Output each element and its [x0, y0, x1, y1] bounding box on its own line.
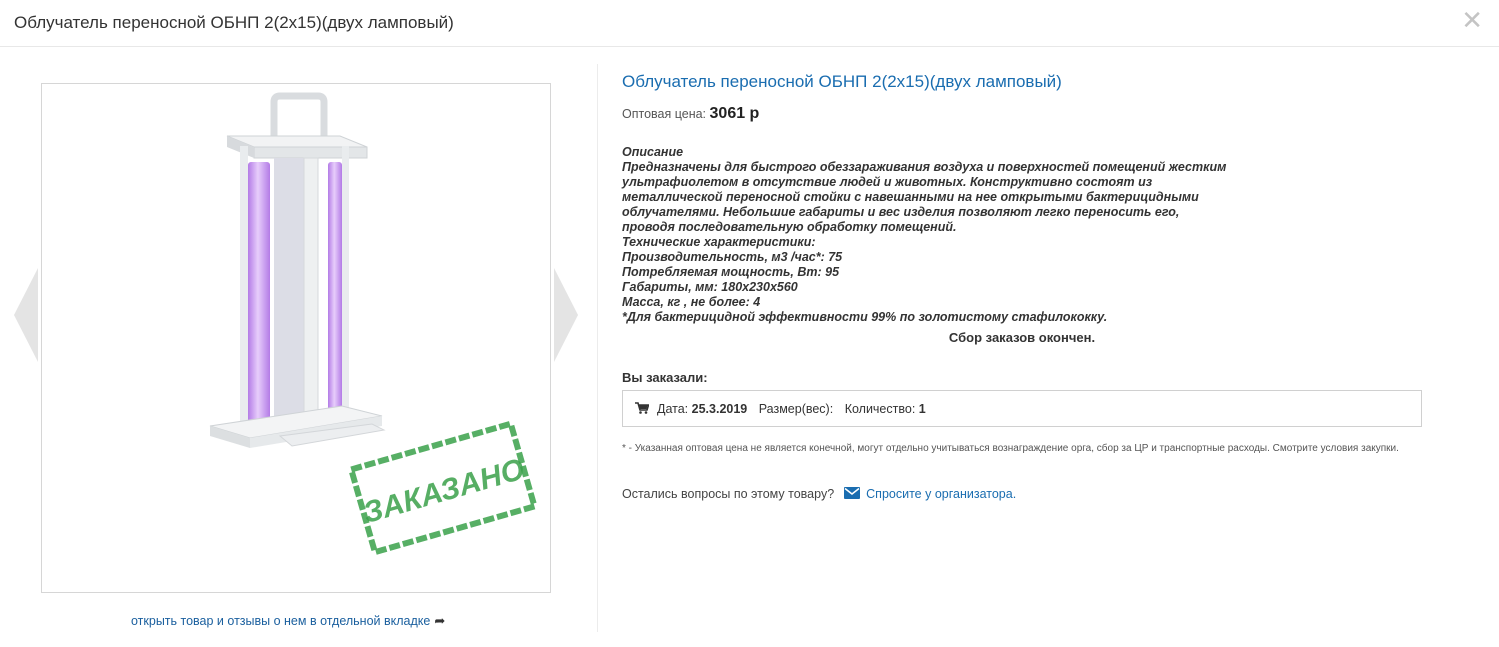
order-date-value: 25.3.2019: [691, 402, 748, 416]
description-heading: Описание: [622, 145, 684, 159]
product-title[interactable]: Облучатель переносной ОБНП 2(2х15)(двух …: [622, 72, 1062, 92]
order-qty-label: Количество:: [844, 402, 916, 416]
product-description: Описание Предназначены для быстрого обез…: [622, 145, 1232, 325]
ask-organizer-link[interactable]: Спросите у организатора.: [866, 487, 1016, 501]
price-row: Оптовая цена: 3061 р: [622, 105, 759, 123]
modal-header: Облучатель переносной ОБНП 2(2х15)(двух …: [0, 0, 1499, 47]
spec-mass: Масса, кг , не более: 4: [622, 295, 761, 309]
next-image-arrow-icon[interactable]: [554, 268, 578, 362]
open-link-text: открыть товар и отзывы о нем в отдельной…: [131, 614, 431, 628]
questions-text: Остались вопросы по этому товару?: [622, 487, 835, 501]
ordered-stamp: ЗАКАЗАНО: [347, 420, 539, 556]
modal-title: Облучатель переносной ОБНП 2(2х15)(двух …: [14, 13, 454, 32]
spec-capacity: Производительность, м3 /час*: 75: [622, 250, 843, 264]
envelope-icon: [844, 487, 861, 499]
questions-row: Остались вопросы по этому товару? Спроси…: [622, 487, 1016, 501]
price-value: 3061 р: [709, 105, 760, 122]
uv-lamp-illustration: ЗАКАЗАНО: [209, 92, 539, 556]
share-arrow-icon: ➦: [434, 613, 446, 628]
order-date-label: Дата:: [657, 402, 689, 416]
ordered-heading: Вы заказали:: [622, 370, 708, 385]
prev-image-arrow-icon[interactable]: [14, 268, 38, 362]
spec-note: *Для бактерицидной эффективности 99% по …: [622, 310, 1108, 324]
gallery: ЗАКАЗАНО открыть товар и отзывы о нем в …: [0, 47, 597, 647]
spec-dimensions: Габариты, мм: 180х230х560: [622, 280, 798, 294]
description-text: Предназначены для быстрого обеззараживан…: [622, 160, 1230, 234]
order-size-label: Размер(вес):: [758, 402, 834, 416]
column-divider: [597, 64, 598, 632]
close-button[interactable]: ✕: [1461, 8, 1483, 34]
product-image[interactable]: ЗАКАЗАНО: [41, 83, 551, 593]
cart-icon: [635, 402, 649, 414]
open-in-new-tab-link[interactable]: открыть товар и отзывы о нем в отдельной…: [131, 613, 445, 629]
price-label: Оптовая цена:: [622, 107, 707, 121]
order-status: Сбор заказов окончен.: [948, 330, 1096, 345]
spec-heading: Технические характеристики:: [622, 235, 816, 249]
price-footnote: * - Указанная оптовая цена не является к…: [622, 443, 1399, 454]
order-summary: Дата: 25.3.2019 Размер(вес): Количество:…: [622, 390, 1422, 427]
order-qty-value: 1: [918, 402, 926, 416]
spec-power: Потребляемая мощность, Вт: 95: [622, 265, 840, 279]
